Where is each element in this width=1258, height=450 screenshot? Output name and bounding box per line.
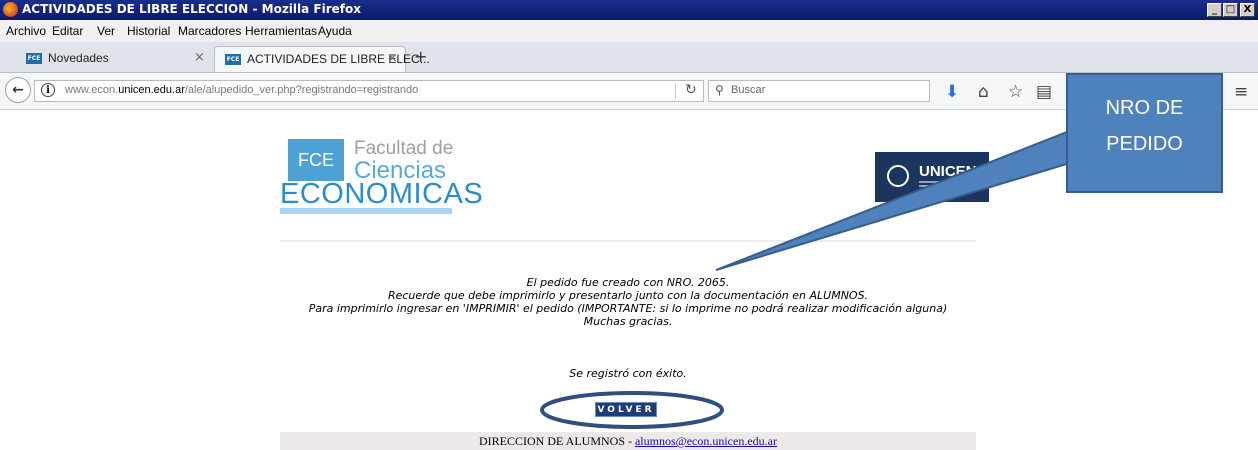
callout-pointer <box>715 128 1106 271</box>
annotation-overlay <box>540 128 1106 429</box>
volver-highlight-ellipse <box>540 391 724 429</box>
nro-pedido-callout: NRO DE PEDIDO <box>1066 73 1223 193</box>
callout-line2: PEDIDO <box>1106 133 1183 155</box>
callout-line1: NRO DE <box>1105 97 1184 119</box>
